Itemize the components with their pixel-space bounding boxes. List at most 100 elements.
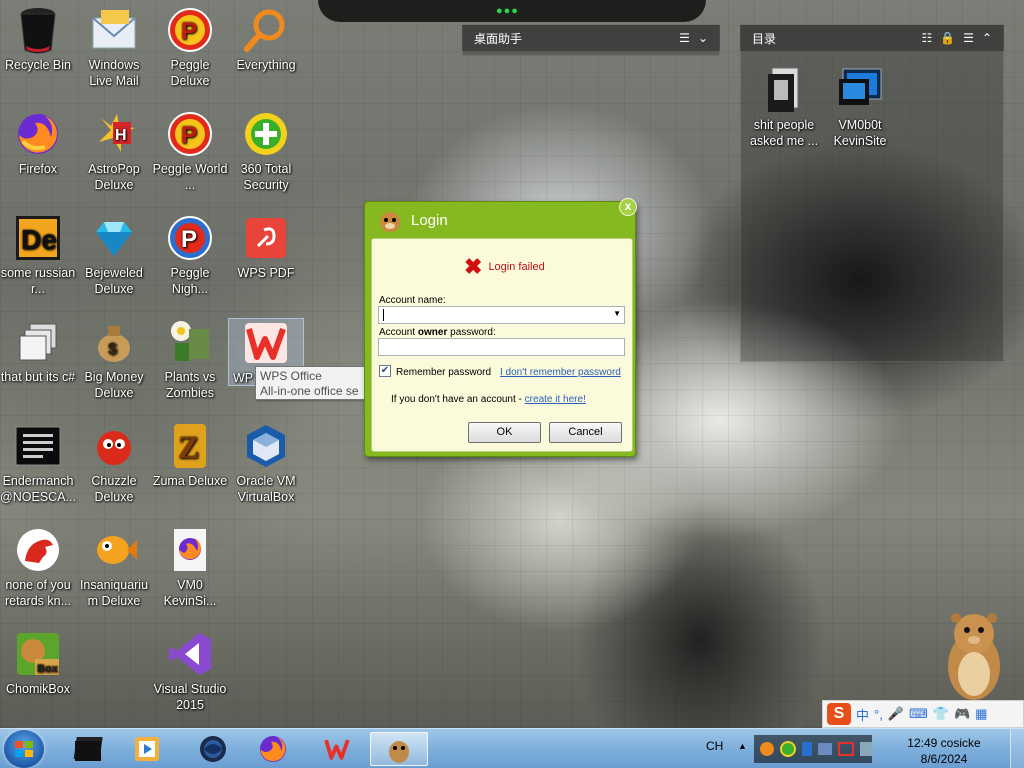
icon-label: Peggle Deluxe xyxy=(170,58,210,88)
taskbar-firefox[interactable] xyxy=(244,732,302,766)
desktop-icon-windows-live-mail[interactable]: Windows Live Mail xyxy=(76,6,152,89)
start-button[interactable] xyxy=(4,730,44,768)
lock-icon[interactable]: 🔒 xyxy=(940,31,955,45)
firefox-icon xyxy=(14,110,62,158)
skin-icon[interactable]: 👕 xyxy=(933,706,949,722)
icon-label: VM0 KevinSi... xyxy=(163,578,217,608)
monitor-icon xyxy=(836,66,884,114)
hamster-mascot[interactable] xyxy=(940,604,1006,702)
catalog-title: 目录 xyxy=(752,31,777,46)
taskbar-cmd-window[interactable] xyxy=(60,732,118,766)
desktop-icon-chuzzle[interactable]: Chuzzle Deluxe xyxy=(76,422,152,505)
ime-toolbar[interactable]: S 中 °, 🎤 ⌨ 👕 🎮 ▦ xyxy=(822,700,1024,728)
ok-button[interactable]: OK xyxy=(468,422,541,443)
keyboard-icon[interactable]: ⌨ xyxy=(909,706,928,722)
desktop-icon-firefox[interactable]: Firefox xyxy=(0,110,76,177)
desktop-icon-none-of-you[interactable]: none of you retards kn... xyxy=(0,526,76,609)
globe-icon xyxy=(200,736,226,762)
tray-shield-icon[interactable] xyxy=(802,742,812,756)
desktop-icon-plants-vs-zombies[interactable]: Plants vs Zombies xyxy=(152,318,228,401)
catalog-bar[interactable]: 目录 ☷ 🔒 ☰ ⌃ xyxy=(740,25,1004,51)
desktop-icon-endermanch[interactable]: Endermanch @NOESCA... xyxy=(0,422,76,505)
taskbar-wps-office[interactable] xyxy=(308,732,366,766)
desktop-icon-russian[interactable]: De some russian r... xyxy=(0,214,76,297)
desktop-icon-recycle-bin[interactable]: Recycle Bin xyxy=(0,6,76,73)
taskbar-chomikbox[interactable] xyxy=(370,732,428,766)
desktop-icon-virtualbox[interactable]: Oracle VM VirtualBox xyxy=(228,422,304,505)
dialog-title: Login xyxy=(411,212,448,229)
gadget-top-handle[interactable]: ●●● xyxy=(318,0,706,22)
icon-label: Everything xyxy=(236,58,296,72)
desktop-icon-everything[interactable]: Everything xyxy=(228,6,304,73)
desktop-icon-peggle-deluxe[interactable]: P Peggle Deluxe xyxy=(152,6,228,89)
tray-360-security-icon[interactable] xyxy=(780,741,796,757)
fish-icon xyxy=(90,526,138,574)
microphone-icon[interactable]: 🎤 xyxy=(888,706,904,722)
desktop-icon-visual-studio[interactable]: Visual Studio 2015 xyxy=(152,630,228,713)
peggle-icon: P xyxy=(166,214,214,262)
password-label-prefix: Account xyxy=(379,327,418,338)
desktop-icon-astropop[interactable]: H AstroPop Deluxe xyxy=(76,110,152,193)
sogou-logo-icon[interactable]: S xyxy=(827,703,851,725)
taskbar-clock[interactable]: 12:49 cosicke 8/6/2024 xyxy=(898,735,990,767)
desktop-icon-bejeweled[interactable]: Bejeweled Deluxe xyxy=(76,214,152,297)
desktop-icon-vm0b0t-kevinsite[interactable]: VM0b0t KevinSite xyxy=(822,66,898,149)
create-account-link[interactable]: create it here! xyxy=(525,394,586,405)
ime-chinese-mode[interactable]: 中 xyxy=(856,705,869,724)
desktop-icon-wps-pdf[interactable]: WPS PDF xyxy=(228,214,304,281)
icon-label: WPS PDF xyxy=(237,266,295,280)
clock-date: 8/6/2024 xyxy=(920,752,968,766)
menu-icon[interactable]: ☰ xyxy=(963,31,974,45)
svg-text:$: $ xyxy=(108,341,117,358)
toolbox-icon[interactable]: ▦ xyxy=(975,706,987,722)
account-name-input[interactable]: ▼ xyxy=(378,306,625,324)
hamster-app-icon xyxy=(389,741,409,763)
password-input[interactable] xyxy=(378,338,625,356)
icon-label: Oracle VM VirtualBox xyxy=(236,474,296,504)
visual-studio-icon xyxy=(166,630,214,678)
list-icon[interactable]: ☷ xyxy=(921,31,932,45)
svg-text:H: H xyxy=(115,127,127,144)
remember-password-checkbox[interactable]: ✔ xyxy=(379,365,391,377)
desktop-icon-peggle-nights[interactable]: P Peggle Nigh... xyxy=(152,214,228,297)
gamepad-icon[interactable]: 🎮 xyxy=(954,706,970,722)
taskbar-globe-app[interactable] xyxy=(184,732,242,766)
desktop-icon-shit-people-asked[interactable]: shit people asked me ... xyxy=(746,66,822,149)
desktop-icon-insaniquarium[interactable]: Insaniquarium Deluxe xyxy=(76,526,152,609)
language-indicator[interactable]: CH xyxy=(706,739,723,768)
ime-punctuation-icon[interactable]: °, xyxy=(874,707,883,722)
cancel-button[interactable]: Cancel xyxy=(549,422,622,443)
tray-app-icon[interactable] xyxy=(760,742,774,756)
volume-icon[interactable] xyxy=(860,742,872,756)
desktop-icon-that-but-its-csharp[interactable]: that but its c# xyxy=(0,318,76,385)
peggle-icon: P xyxy=(166,110,214,158)
dropdown-arrow-icon[interactable]: ▼ xyxy=(613,309,621,318)
chevron-down-icon[interactable]: ⌄ xyxy=(698,31,708,45)
desktop-helper-bar[interactable]: 桌面助手 ☰ ⌄ xyxy=(462,25,720,51)
desktop-icon-chomikbox[interactable]: Box ChomikBox xyxy=(0,630,76,697)
chevron-up-icon[interactable]: ⌃ xyxy=(982,31,992,45)
handle-dots-icon: ●●● xyxy=(496,5,519,17)
close-button[interactable]: x xyxy=(619,198,637,216)
recycle-bin-icon xyxy=(14,6,62,54)
desktop-icon-peggle-world[interactable]: P Peggle World ... xyxy=(152,110,228,193)
menu-icon[interactable]: ☰ xyxy=(679,31,690,45)
show-desktop-button[interactable] xyxy=(1010,729,1024,768)
firefox-file-icon xyxy=(166,526,214,574)
tray-monitor-icon[interactable] xyxy=(818,743,832,755)
icon-label: Chuzzle Deluxe xyxy=(91,474,137,504)
tray-wps-icon[interactable] xyxy=(838,742,854,756)
peggle-icon: P xyxy=(166,6,214,54)
desktop-icon-vm0-kevinsite[interactable]: VM0 KevinSi... xyxy=(152,526,228,609)
desktop-icon-zuma[interactable]: Z Zuma Deluxe xyxy=(152,422,228,489)
login-dialog[interactable]: Login x ✖ Login failed Account name: ▼ A… xyxy=(364,198,637,457)
show-hidden-icons-arrow[interactable]: ▲ xyxy=(738,741,747,768)
desktop-helper-title: 桌面助手 xyxy=(474,31,523,46)
forgot-password-link[interactable]: I don't remember password xyxy=(500,367,621,378)
icon-label: VM0b0t KevinSite xyxy=(833,118,887,148)
de-app-icon: De xyxy=(14,214,62,262)
desktop-icon-360-total-security[interactable]: 360 Total Security xyxy=(228,110,304,193)
desktop-icon-big-money[interactable]: $ Big Money Deluxe xyxy=(76,318,152,401)
taskbar-media-player[interactable] xyxy=(118,732,176,766)
cmd-window-icon xyxy=(73,737,103,761)
